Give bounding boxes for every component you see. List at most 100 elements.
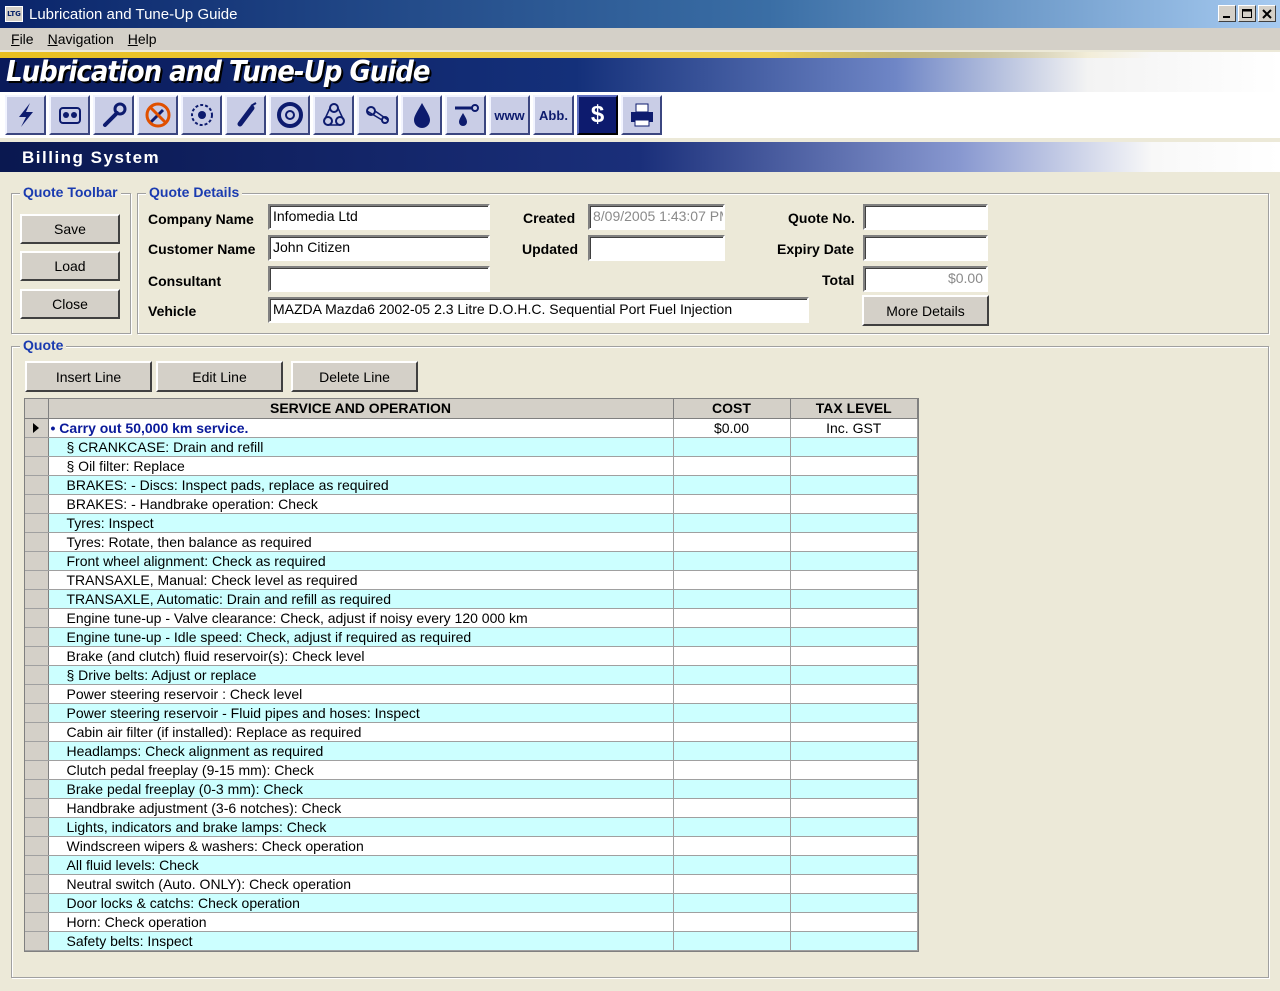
- company-name-field[interactable]: Infomedia Ltd: [268, 204, 490, 230]
- billing-button[interactable]: $: [577, 95, 618, 135]
- table-row[interactable]: Windscreen wipers & washers: Check opera…: [25, 836, 918, 856]
- cost-cell[interactable]: [673, 760, 791, 780]
- service-cell[interactable]: TRANSAXLE, Automatic: Drain and refill a…: [48, 589, 674, 609]
- table-row[interactable]: Engine tune-up - Valve clearance: Check,…: [25, 608, 918, 628]
- service-cell[interactable]: Clutch pedal freeplay (9-15 mm): Check: [48, 760, 674, 780]
- menu-help[interactable]: Help: [121, 31, 164, 47]
- tax-cell[interactable]: [790, 684, 918, 704]
- service-cell[interactable]: Power steering reservoir : Check level: [48, 684, 674, 704]
- oil-button[interactable]: [445, 95, 486, 135]
- tax-cell[interactable]: [790, 893, 918, 913]
- cost-cell[interactable]: [673, 494, 791, 514]
- tax-cell[interactable]: [790, 532, 918, 552]
- tax-cell[interactable]: [790, 817, 918, 837]
- cost-cell[interactable]: [673, 722, 791, 742]
- row-selector[interactable]: [25, 589, 49, 609]
- load-button[interactable]: Load: [20, 251, 120, 281]
- tax-cell[interactable]: [790, 646, 918, 666]
- tax-cell[interactable]: [790, 798, 918, 818]
- cost-cell[interactable]: [673, 475, 791, 495]
- cost-cell[interactable]: [673, 931, 791, 951]
- close-window-button[interactable]: [1258, 5, 1276, 22]
- row-selector[interactable]: [25, 532, 49, 552]
- column-header-tax[interactable]: TAX LEVEL: [790, 399, 918, 419]
- row-selector[interactable]: [25, 551, 49, 571]
- transmission-button[interactable]: [181, 95, 222, 135]
- row-selector[interactable]: [25, 893, 49, 913]
- table-row[interactable]: Neutral switch (Auto. ONLY): Check opera…: [25, 874, 918, 894]
- cost-cell[interactable]: [673, 570, 791, 590]
- row-selector[interactable]: [25, 817, 49, 837]
- cost-cell[interactable]: [673, 437, 791, 457]
- www-button[interactable]: www: [489, 95, 530, 135]
- table-row[interactable]: § CRANKCASE: Drain and refill: [25, 437, 918, 457]
- tax-cell[interactable]: [790, 741, 918, 761]
- table-row[interactable]: Clutch pedal freeplay (9-15 mm): Check: [25, 760, 918, 780]
- service-cell[interactable]: Windscreen wipers & washers: Check opera…: [48, 836, 674, 856]
- tax-cell[interactable]: [790, 722, 918, 742]
- table-row[interactable]: TRANSAXLE, Manual: Check level as requir…: [25, 570, 918, 590]
- cost-cell[interactable]: [673, 855, 791, 875]
- service-cell[interactable]: Horn: Check operation: [48, 912, 674, 932]
- row-selector[interactable]: [25, 798, 49, 818]
- table-row[interactable]: BRAKES: - Discs: Inspect pads, replace a…: [25, 475, 918, 495]
- table-row[interactable]: TRANSAXLE, Automatic: Drain and refill a…: [25, 589, 918, 609]
- service-cell[interactable]: Engine tune-up - Idle speed: Check, adju…: [48, 627, 674, 647]
- row-selector[interactable]: [25, 570, 49, 590]
- service-cell[interactable]: Power steering reservoir - Fluid pipes a…: [48, 703, 674, 723]
- menu-file[interactable]: File: [4, 31, 41, 47]
- tax-cell[interactable]: [790, 456, 918, 476]
- cost-cell[interactable]: $0.00: [673, 418, 791, 438]
- cost-cell[interactable]: [673, 798, 791, 818]
- service-cell[interactable]: Door locks & catchs: Check operation: [48, 893, 674, 913]
- service-cell[interactable]: Front wheel alignment: Check as required: [48, 551, 674, 571]
- service-cell[interactable]: Headlamps: Check alignment as required: [48, 741, 674, 761]
- tax-cell[interactable]: [790, 836, 918, 856]
- timing-belt-button[interactable]: [357, 95, 398, 135]
- row-selector[interactable]: [25, 741, 49, 761]
- spark-plug-button[interactable]: [225, 95, 266, 135]
- close-button[interactable]: Close: [20, 289, 120, 319]
- row-selector[interactable]: [25, 627, 49, 647]
- tax-cell[interactable]: [790, 703, 918, 723]
- service-cell[interactable]: Lights, indicators and brake lamps: Chec…: [48, 817, 674, 837]
- table-row[interactable]: Safety belts: Inspect: [25, 931, 918, 951]
- table-row[interactable]: Tyres: Inspect: [25, 513, 918, 533]
- row-selector[interactable]: [25, 418, 49, 438]
- row-selector[interactable]: [25, 646, 49, 666]
- table-row[interactable]: Headlamps: Check alignment as required: [25, 741, 918, 761]
- service-cell[interactable]: Tyres: Rotate, then balance as required: [48, 532, 674, 552]
- engine-button[interactable]: [49, 95, 90, 135]
- cost-cell[interactable]: [673, 608, 791, 628]
- row-selector[interactable]: [25, 912, 49, 932]
- tax-cell[interactable]: [790, 627, 918, 647]
- service-cell[interactable]: Neutral switch (Auto. ONLY): Check opera…: [48, 874, 674, 894]
- cost-cell[interactable]: [673, 456, 791, 476]
- cost-cell[interactable]: [673, 912, 791, 932]
- row-selector[interactable]: [25, 931, 49, 951]
- row-selector[interactable]: [25, 475, 49, 495]
- print-button[interactable]: [621, 95, 662, 135]
- row-selector[interactable]: [25, 608, 49, 628]
- service-cell[interactable]: § Oil filter: Replace: [48, 456, 674, 476]
- tax-cell[interactable]: [790, 855, 918, 875]
- no-service-button[interactable]: [137, 95, 178, 135]
- table-row[interactable]: Brake (and clutch) fluid reservoir(s): C…: [25, 646, 918, 666]
- cost-cell[interactable]: [673, 893, 791, 913]
- cost-cell[interactable]: [673, 627, 791, 647]
- row-selector[interactable]: [25, 456, 49, 476]
- column-header-service[interactable]: SERVICE AND OPERATION: [48, 399, 674, 419]
- row-selector[interactable]: [25, 665, 49, 685]
- tax-cell[interactable]: [790, 437, 918, 457]
- table-row[interactable]: Door locks & catchs: Check operation: [25, 893, 918, 913]
- table-row[interactable]: All fluid levels: Check: [25, 855, 918, 875]
- service-cell[interactable]: Brake pedal freeplay (0-3 mm): Check: [48, 779, 674, 799]
- table-row[interactable]: Handbrake adjustment (3-6 notches): Chec…: [25, 798, 918, 818]
- cost-cell[interactable]: [673, 817, 791, 837]
- tax-cell[interactable]: [790, 931, 918, 951]
- delete-line-button[interactable]: Delete Line: [291, 361, 418, 392]
- row-selector[interactable]: [25, 874, 49, 894]
- tax-cell[interactable]: [790, 475, 918, 495]
- menu-navigation[interactable]: Navigation: [41, 31, 121, 47]
- cost-cell[interactable]: [673, 836, 791, 856]
